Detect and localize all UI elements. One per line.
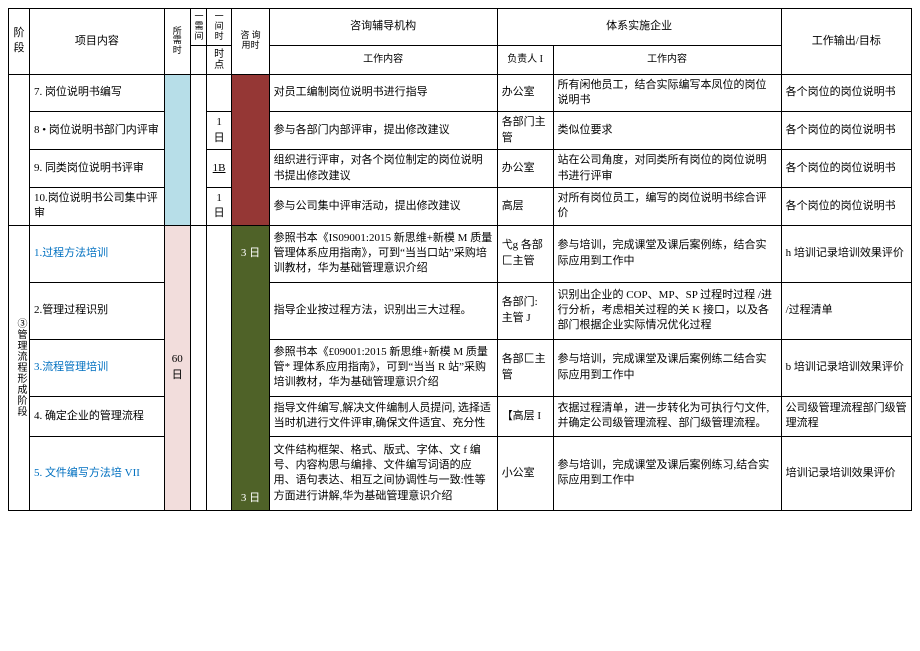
output-cell: 培训记录培训效果评价 (781, 437, 911, 510)
cwork-cell: 指导企业按过程方法，识别出三大过程。 (269, 282, 497, 339)
table-row: 2.管理过程识别 指导企业按过程方法，识别出三大过程。 各部门:主管 J 识别出… (9, 282, 912, 339)
col-ework: 工作内容 (553, 45, 781, 74)
col-usetime: 咨 询用时 (232, 9, 269, 75)
owner-cell: 办公室 (497, 150, 553, 188)
owner-cell: 小公室 (497, 437, 553, 510)
table-row: 4. 确定企业的管理流程 指导文件编写,解决文件编制人员提问, 选择适当时机进行… (9, 396, 912, 436)
owner-cell: 各部匚主管 (497, 339, 553, 396)
usetime-cell (232, 74, 269, 225)
timept-cell (206, 225, 232, 510)
item-cell: 4. 确定企业的管理流程 (29, 396, 164, 436)
col-gap-b (190, 45, 206, 74)
table-row: 10.岗位说明书公司集中评审 1 日 参与公司集中评审活动，提出修改建议 高层 … (9, 188, 912, 226)
item-cell: 9. 同类岗位说明书评审 (29, 150, 164, 188)
output-cell: 公司级管理流程部门级管理流程 (781, 396, 911, 436)
owner-cell: 【高层 I (497, 396, 553, 436)
table-row: 8 • 岗位说明书部门内评审 1 日 参与各部门内部评审，提出修改建议 各部门主… (9, 112, 912, 150)
table-row: 7. 岗位说明书编写 对员工编制岗位说明书进行指导 办公室 所有闲他员工，结合实… (9, 74, 912, 112)
owner-cell: 弋g 各部匚主管 (497, 225, 553, 282)
ework-cell: 所有闲他员工，结合实际编写本凤位的岗位说明书 (553, 74, 781, 112)
owner-cell: 各部门主管 (497, 112, 553, 150)
col-consult-org: 咨询辅导机构 (269, 9, 497, 46)
col-need: 所需时 (164, 9, 190, 75)
usetime-text-2: 3 日 (236, 491, 264, 506)
output-cell: b 培训记录培训效果评价 (781, 339, 911, 396)
stage-cell-empty (9, 74, 30, 225)
stage-cell: ③管理流程形成阶段 (9, 225, 30, 510)
cwork-cell: 指导文件编写,解决文件编制人员提问, 选择适当时机进行文件评审,确保文件适宜、充… (269, 396, 497, 436)
gap-cell (190, 74, 206, 225)
timept-cell (206, 74, 232, 112)
table-row: 9. 同类岗位说明书评审 1B 组织进行评审，对各个岗位制定的岗位说明书提出修改… (9, 150, 912, 188)
item-cell: 10.岗位说明书公司集中评审 (29, 188, 164, 226)
ework-cell: 站在公司角度，对同类所有岗位的岗位说明书进行评审 (553, 150, 781, 188)
col-gap-a: 一需间 (190, 9, 206, 46)
owner-cell: 高层 (497, 188, 553, 226)
timept-cell: 1B (206, 150, 232, 188)
item-link[interactable]: 3.流程管理培训 (34, 361, 108, 373)
table-row: ③管理流程形成阶段 1.过程方法培训 60 日 3 日 3 日 参照书本《IS0… (9, 225, 912, 282)
output-cell: 各个岗位的岗位说明书 (781, 74, 911, 112)
cwork-cell: 参与各部门内部评审，提出修改建议 (269, 112, 497, 150)
timept-cell: 1 日 (206, 188, 232, 226)
item-cell: 5. 文件编写方法培 VII (29, 437, 164, 510)
item-cell: 3.流程管理培训 (29, 339, 164, 396)
item-cell: 1.过程方法培训 (29, 225, 164, 282)
schedule-table: 阶段 项目内容 所需时 一需间 一间时 咨 询用时 咨询辅导机构 体系实施企业 … (8, 8, 912, 511)
table-row: 3.流程管理培训 参照书本《£09001:2015 新思维+新模 M 质量管* … (9, 339, 912, 396)
col-owner: 负责人 I (497, 45, 553, 74)
usetime-text-1: 3 日 (236, 246, 264, 261)
timept-cell: 1 日 (206, 112, 232, 150)
owner-cell: 各部门:主管 J (497, 282, 553, 339)
cwork-cell: 参照书本《IS09001:2015 新思维+新模 M 质量管理体系应用指南》，可… (269, 225, 497, 282)
col-impl-ent: 体系实施企业 (497, 9, 781, 46)
cwork-cell: 文件结构框架、格式、版式、字体、文 f 编号、内容构思与编排、文件编写词语的应用… (269, 437, 497, 510)
ework-cell: 类似位要求 (553, 112, 781, 150)
ework-cell: 对所有岗位员工，编写的岗位说明书综合评价 (553, 188, 781, 226)
ework-cell: 参与培训，完成课堂及课后案例练二结合实际应用到工作中 (553, 339, 781, 396)
usetime-cell: 3 日 3 日 (232, 225, 269, 510)
header-row-1: 阶段 项目内容 所需时 一需间 一间时 咨 询用时 咨询辅导机构 体系实施企业 … (9, 9, 912, 46)
ework-cell: 识别出企业的 COP、MP、SP 过程时过程 /进行分析，考虑相关过程的关 K … (553, 282, 781, 339)
item-link[interactable]: 5. 文件编写方法培 VII (34, 467, 140, 479)
ework-cell: 衣据过程清单，进一步转化为可执行勺文件,并确定公司级管理流程、部门级管理流程。 (553, 396, 781, 436)
output-cell: h 培训记录培训效果评价 (781, 225, 911, 282)
item-cell: 8 • 岗位说明书部门内评审 (29, 112, 164, 150)
item-link[interactable]: 1.过程方法培训 (34, 247, 108, 259)
item-cell: 7. 岗位说明书编写 (29, 74, 164, 112)
col-item: 项目内容 (29, 9, 164, 75)
gap-cell (190, 225, 206, 510)
col-timept-a: 一间时 (206, 9, 232, 46)
stage-label: ③管理流程形成阶段 (13, 318, 27, 417)
table-row: 5. 文件编写方法培 VII 文件结构框架、格式、版式、字体、文 f 编号、内容… (9, 437, 912, 510)
ework-cell: 参与培训，完成课堂及课后案例练，结合实际应用到工作中 (553, 225, 781, 282)
cwork-cell: 参与公司集中评审活动，提出修改建议 (269, 188, 497, 226)
output-cell: 各个岗位的岗位说明书 (781, 112, 911, 150)
col-cwork: 工作内容 (269, 45, 497, 74)
output-cell: /过程清单 (781, 282, 911, 339)
cwork-cell: 参照书本《£09001:2015 新思维+新模 M 质量管* 理体系应用指南》，… (269, 339, 497, 396)
cwork-cell: 对员工编制岗位说明书进行指导 (269, 74, 497, 112)
cwork-cell: 组织进行评审，对各个岗位制定的岗位说明书提出修改建议 (269, 150, 497, 188)
item-cell: 2.管理过程识别 (29, 282, 164, 339)
output-cell: 各个岗位的岗位说明书 (781, 188, 911, 226)
col-timept-b: 时点 (206, 45, 232, 74)
output-cell: 各个岗位的岗位说明书 (781, 150, 911, 188)
need-cell (164, 74, 190, 225)
col-stage: 阶段 (9, 9, 30, 75)
col-output: 工作输出/目标 (781, 9, 911, 75)
owner-cell: 办公室 (497, 74, 553, 112)
ework-cell: 参与培训，完成课堂及课后案例练习,结合实际应用到工作中 (553, 437, 781, 510)
need-cell: 60 日 (164, 225, 190, 510)
